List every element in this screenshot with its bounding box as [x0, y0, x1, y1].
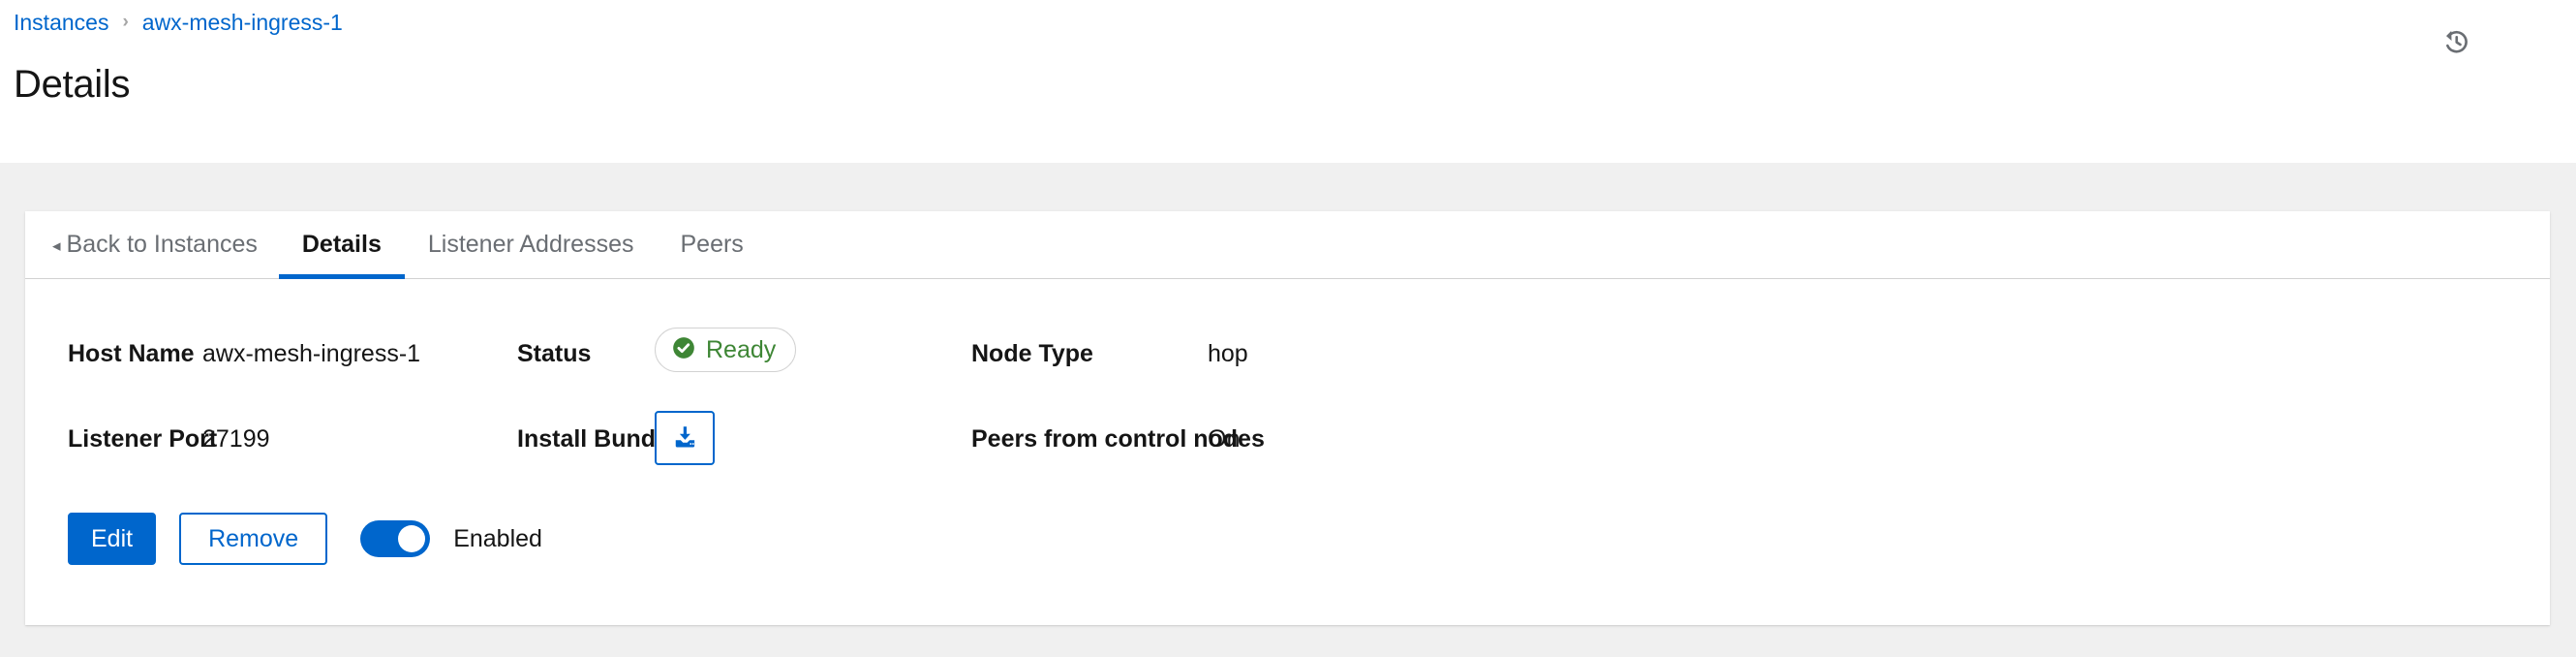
caret-left-icon: ◂ — [52, 236, 61, 255]
detail-row: Host Name awx-mesh-ingress-1 Status Read… — [25, 328, 2550, 397]
action-bar: Edit Remove Enabled — [68, 513, 542, 565]
download-icon — [670, 422, 699, 454]
page-header: Instances › awx-mesh-ingress-1 Details — [0, 0, 2576, 163]
detail-value-node-type: hop — [1208, 340, 1248, 367]
detail-label-listener-port: Listener Port — [68, 425, 218, 453]
detail-value-listener-port: 27199 — [202, 425, 270, 453]
check-circle-icon — [671, 335, 696, 365]
detail-field-peers-from-control-nodes: Peers from control nodes On — [971, 424, 1265, 454]
detail-value-peers-from-control-nodes: On — [1208, 425, 1241, 453]
history-icon — [2441, 27, 2470, 59]
status-badge: Ready — [655, 328, 797, 372]
breadcrumb-item-instance-name[interactable]: awx-mesh-ingress-1 — [142, 10, 343, 35]
detail-label-node-type: Node Type — [971, 340, 1093, 367]
detail-value-host-name: awx-mesh-ingress-1 — [202, 340, 421, 367]
tab-peers-label: Peers — [680, 231, 744, 258]
details-card: ◂ Back to Instances Details Listener Add… — [25, 211, 2550, 625]
tab-details-label: Details — [301, 231, 382, 258]
detail-field-listener-port: Listener Port 27199 — [68, 424, 270, 454]
status-badge-label: Ready — [706, 335, 777, 363]
tab-peers[interactable]: Peers — [657, 211, 766, 278]
detail-field-install-bundle: Install Bundle — [517, 411, 715, 465]
history-icon-button[interactable] — [2437, 23, 2475, 62]
tab-bar: ◂ Back to Instances Details Listener Add… — [25, 211, 2550, 279]
detail-field-node-type: Node Type hop — [971, 339, 1248, 368]
tab-back-to-instances[interactable]: ◂ Back to Instances — [41, 211, 279, 278]
breadcrumb-separator-icon: › — [122, 12, 129, 32]
tab-listener-addresses[interactable]: Listener Addresses — [405, 211, 658, 278]
breadcrumb-item-instances[interactable]: Instances — [14, 10, 108, 35]
download-install-bundle-button[interactable] — [655, 411, 715, 465]
enabled-toggle-label: Enabled — [453, 525, 542, 552]
enabled-toggle-group: Enabled — [360, 520, 542, 557]
tab-details[interactable]: Details — [278, 211, 405, 279]
remove-button[interactable]: Remove — [179, 513, 328, 565]
detail-field-host-name: Host Name awx-mesh-ingress-1 — [68, 339, 420, 368]
detail-label-install-bundle: Install Bundle — [517, 425, 676, 453]
detail-field-status: Status Ready — [517, 328, 797, 372]
detail-row: Listener Port 27199 Install Bundle Peers… — [25, 411, 2550, 483]
breadcrumb: Instances › awx-mesh-ingress-1 — [14, 10, 343, 35]
tab-back-to-instances-label: Back to Instances — [66, 231, 258, 258]
page-title: Details — [14, 62, 131, 106]
edit-button[interactable]: Edit — [68, 513, 157, 565]
detail-label-status: Status — [517, 340, 592, 367]
toggle-knob — [398, 525, 426, 552]
enabled-toggle-switch[interactable] — [360, 520, 431, 557]
detail-label-host-name: Host Name — [68, 340, 195, 367]
tab-listener-addresses-label: Listener Addresses — [427, 231, 634, 258]
